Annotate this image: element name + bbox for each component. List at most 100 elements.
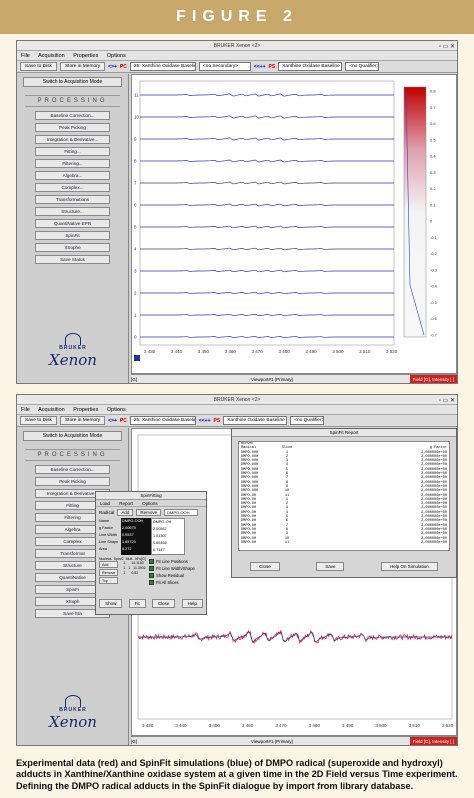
- sidebar-tool-button[interactable]: Transformations: [35, 195, 110, 204]
- nucleus-cell: 1: [128, 566, 131, 570]
- option-label: Fit All Slices: [156, 580, 179, 585]
- x-tick-label: 3 440: [171, 349, 183, 354]
- sidebar-tool-button[interactable]: Baseline Correction...: [35, 465, 110, 474]
- ps-toggle[interactable]: PS: [214, 418, 221, 424]
- param-value-ooh[interactable]: 0.9537: [122, 532, 151, 539]
- store-in-memory-button[interactable]: Store in Memory: [59, 416, 106, 425]
- nav-arrows-icon[interactable]: <>+: [108, 418, 117, 424]
- nav-arrows-icon[interactable]: <>+: [108, 64, 117, 70]
- option-checkbox[interactable]: Show Residual: [149, 573, 195, 578]
- status-units: [G]: [131, 377, 138, 382]
- checkbox-check-icon[interactable]: [149, 566, 154, 571]
- sidebar-tool-button[interactable]: Structure...: [35, 207, 110, 216]
- add-radical-button[interactable]: Add: [117, 509, 134, 516]
- nav-fast-icon[interactable]: <<++: [254, 64, 266, 70]
- stacked-spectra-plot[interactable]: 11 10 9 8 7 6 5 4 3 2 1 0 3 430 3 440 3 450 3 460 3 470 3…: [131, 74, 457, 374]
- pc-toggle[interactable]: PC: [120, 64, 127, 70]
- sidebar-tool-button[interactable]: Baseline Correction...: [35, 111, 110, 120]
- spinfit-close-button[interactable]: Close: [151, 599, 176, 608]
- menu-properties[interactable]: Properties: [73, 407, 98, 413]
- primary-dataset-select[interactable]: 25: Xanthine Oxidase Baseline C: [129, 416, 196, 425]
- checkbox-check-icon[interactable]: [149, 559, 154, 564]
- menu-acquisition[interactable]: Acquisition: [38, 407, 65, 413]
- checkbox-check-icon[interactable]: [149, 580, 154, 585]
- y-tick-label: 5: [134, 225, 137, 230]
- param-value-oh[interactable]: 0.89466: [153, 540, 184, 547]
- save-to-disk-button[interactable]: Save to Disk: [20, 62, 57, 71]
- store-in-memory-button[interactable]: Store in Memory: [59, 62, 106, 71]
- remove-radical-button[interactable]: Remove: [136, 509, 162, 516]
- menu-options[interactable]: Options: [107, 407, 126, 413]
- x-tick-label: 3 450: [198, 349, 210, 354]
- nucleus-button[interactable]: Top: [99, 577, 119, 584]
- figure-label: FIGURE 2: [0, 0, 474, 34]
- report-save-button[interactable]: Save: [316, 562, 345, 571]
- radical-field[interactable]: DMPO-OOH: [164, 509, 199, 516]
- colorbar-tick-label: 0.5: [430, 137, 436, 142]
- menu-properties[interactable]: Properties: [73, 53, 98, 59]
- window-controls-icon[interactable]: ▫ ▭ ✕: [439, 396, 455, 406]
- menu-file[interactable]: File: [21, 53, 30, 59]
- sidebar-tool-button[interactable]: Complex...: [35, 183, 110, 192]
- fit-button[interactable]: Fit: [128, 599, 146, 608]
- option-checkbox[interactable]: Fit Line Width/Shape: [149, 566, 195, 571]
- param-value-oh[interactable]: DMPO-OH: [153, 519, 184, 526]
- sidebar-tool-button[interactable]: XSophe: [35, 243, 110, 252]
- menu-options[interactable]: Options: [138, 500, 162, 507]
- colorbar-tick-label: 0.8: [430, 89, 436, 94]
- menu-acquisition[interactable]: Acquisition: [38, 53, 65, 59]
- sidebar-tool-button[interactable]: QuantiNative EPR: [35, 219, 110, 228]
- sidebar-tool-button[interactable]: Algebra...: [35, 171, 110, 180]
- option-checkbox[interactable]: Fit Line Positions: [149, 559, 195, 564]
- nucleus-row[interactable]: 1 0.82: [120, 571, 145, 576]
- corner-square-icon: [134, 355, 140, 361]
- menu-report[interactable]: Report: [115, 500, 137, 507]
- x-tick-label: 3 460: [242, 723, 254, 728]
- param-value-oh[interactable]: 2.00567: [153, 526, 184, 533]
- qualifier-select[interactable]: <no Qualifier>: [290, 416, 325, 425]
- report-table[interactable]: REPORT Radical Slice g Factor DMPO-OOH 1 2…: [238, 441, 450, 551]
- sidebar-tool-button[interactable]: Peak Picking: [35, 477, 110, 486]
- sidebar-tool-button[interactable]: Integration & Derivative...: [35, 135, 110, 144]
- save-to-disk-button[interactable]: Save to Disk: [20, 416, 57, 425]
- sidebar-tool-button[interactable]: SpinFit: [35, 231, 110, 240]
- window-controls-icon[interactable]: ▫ ▭ ✕: [439, 42, 455, 52]
- param-value-oh[interactable]: 0.7147: [153, 547, 184, 554]
- switch-acquisition-button[interactable]: Switch to Acquisition Mode: [23, 77, 122, 87]
- nucleus-button[interactable]: Remove: [99, 569, 119, 576]
- param-label: Line Width: [99, 533, 117, 537]
- bruker-globe-icon: [65, 333, 81, 345]
- param-value-ooh[interactable]: 1.65723: [122, 539, 151, 546]
- sidebar-tool-button[interactable]: Fitting...: [35, 147, 110, 156]
- dataset2-select[interactable]: Xanthine Oxidase Baseline Cor: [223, 416, 288, 425]
- report-close-button[interactable]: Close: [250, 562, 280, 571]
- qualifier-select[interactable]: <no Qualifier>: [345, 62, 380, 71]
- param-value-ooh[interactable]: 0.272: [122, 546, 151, 553]
- nav-fast-icon[interactable]: <<++: [199, 418, 211, 424]
- dataset2-select[interactable]: Xanthine Oxidase Baseline Cor: [278, 62, 343, 71]
- nucleus-button[interactable]: Add: [99, 561, 119, 568]
- y-tick-label: 6: [134, 203, 137, 208]
- help-simulation-button[interactable]: Help On Simulation: [380, 562, 438, 571]
- param-value-ooh[interactable]: 2.00675: [122, 525, 151, 532]
- switch-acquisition-button[interactable]: Switch to Acquisition Mode: [23, 431, 122, 441]
- ps-toggle[interactable]: PS: [269, 64, 276, 70]
- sidebar-tool-button[interactable]: Filtering...: [35, 159, 110, 168]
- secondary-dataset-select[interactable]: <no Secondary>: [198, 62, 251, 71]
- param-value-ooh[interactable]: DMPO-OOH: [122, 518, 151, 525]
- colorbar-tick-label: -0.5: [430, 300, 438, 305]
- checkbox-check-icon[interactable]: [149, 573, 154, 578]
- menu-load[interactable]: Load: [96, 500, 114, 507]
- menu-file[interactable]: File: [21, 407, 30, 413]
- show-button[interactable]: Show: [99, 599, 123, 608]
- option-checkbox[interactable]: Fit All Slices: [149, 580, 195, 585]
- sidebar-tool-button[interactable]: Peak Picking: [35, 123, 110, 132]
- sidebar-tool-button[interactable]: Save Status: [35, 255, 110, 264]
- primary-dataset-select[interactable]: 25: Xanthine Oxidase Baseline C: [129, 62, 196, 71]
- spinfit-help-button[interactable]: Help: [181, 599, 203, 608]
- colorbar-tick-label: -0.1: [430, 235, 438, 240]
- menu-options[interactable]: Options: [107, 53, 126, 59]
- pc-toggle[interactable]: PC: [120, 418, 127, 424]
- report-buttons: Close Save Help On Simulation: [232, 562, 456, 571]
- param-value-oh[interactable]: 1.01307: [153, 533, 184, 540]
